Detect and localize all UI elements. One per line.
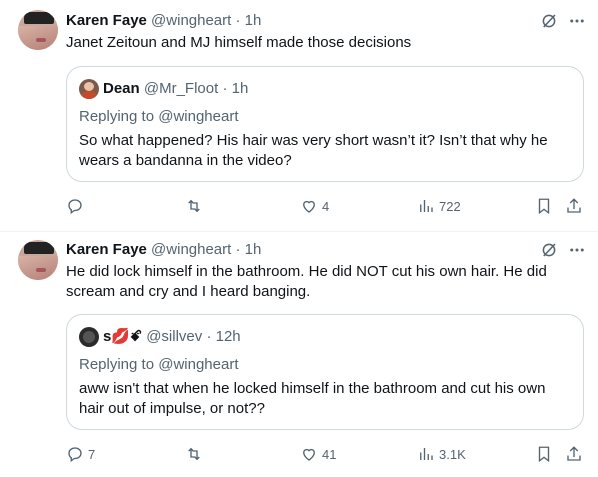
quote-author-name: s💋ꗄ <box>103 328 143 345</box>
views-count: 3.1K <box>439 446 466 462</box>
replying-prefix: Replying to <box>79 356 159 373</box>
grok-icon[interactable] <box>540 12 558 30</box>
retweet-button[interactable] <box>185 444 207 464</box>
author-name[interactable]: Karen Faye <box>66 241 147 258</box>
bookmark-icon <box>538 198 550 215</box>
quote-timestamp: 1h <box>231 80 249 97</box>
views-icon <box>420 200 433 212</box>
separator-dot: · <box>235 12 241 29</box>
reply-icon <box>68 199 82 215</box>
reply-icon <box>68 447 82 463</box>
views-button[interactable]: 722 <box>417 196 461 216</box>
timestamp[interactable]: 1h <box>245 241 262 258</box>
like-count: 4 <box>322 198 330 214</box>
bookmark-icon <box>538 446 550 463</box>
quote-header: s💋ꗄ @sillvev · 12h <box>79 327 241 347</box>
like-button[interactable]: 4 <box>300 196 329 216</box>
avatar[interactable] <box>18 240 58 280</box>
share-icon <box>567 446 581 461</box>
author-handle[interactable]: @wingheart <box>151 12 231 29</box>
replying-to-handle: @wingheart <box>158 108 239 125</box>
replying-prefix: Replying to <box>79 108 159 125</box>
replying-to-handle: @wingheart <box>158 356 239 373</box>
reply-button[interactable] <box>66 196 88 216</box>
quote-author-handle: @Mr_Floot <box>143 80 219 97</box>
grok-icon[interactable] <box>540 241 558 259</box>
bookmark-button[interactable] <box>535 444 553 464</box>
views-icon <box>420 448 433 460</box>
separator-dot: · <box>235 241 241 258</box>
reply-button[interactable]: 7 <box>66 444 95 464</box>
author-name[interactable]: Karen Faye <box>66 12 147 29</box>
retweet-button[interactable] <box>185 196 207 216</box>
tweet-header: Karen Faye @wingheart · 1h <box>66 11 261 31</box>
quote-text: So what happened? His hair was very shor… <box>79 132 548 169</box>
quote-avatar <box>79 79 99 99</box>
quote-author-name: Dean <box>103 80 140 97</box>
bookmark-button[interactable] <box>535 196 553 216</box>
tweet-1[interactable]: Karen Faye @wingheart · 1h Janet Zeitoun… <box>0 0 598 232</box>
quote-header: Dean @Mr_Floot · 1h <box>79 79 248 99</box>
views-count: 722 <box>439 198 461 214</box>
share-button[interactable] <box>565 444 583 464</box>
tweet-text: Janet Zeitoun and MJ himself made those … <box>66 34 412 51</box>
heart-icon <box>303 200 315 213</box>
heart-icon <box>303 448 315 461</box>
separator-dot: · <box>206 328 212 345</box>
tweet-header: Karen Faye @wingheart · 1h <box>66 240 261 260</box>
quote-text: aww isn't that when he locked himself in… <box>79 380 546 417</box>
action-bar: 4 722 <box>66 196 586 216</box>
quote-author-handle: @sillvev <box>146 328 203 345</box>
timestamp[interactable]: 1h <box>245 12 262 29</box>
share-button[interactable] <box>565 196 583 216</box>
quote-timestamp: 12h <box>215 328 241 345</box>
action-bar: 7 41 3.1K <box>66 444 586 464</box>
avatar[interactable] <box>18 10 58 50</box>
author-handle[interactable]: @wingheart <box>151 241 231 258</box>
quoted-tweet[interactable]: s💋ꗄ @sillvev · 12h Replying to @winghear… <box>66 314 584 430</box>
more-icon[interactable] <box>568 12 586 30</box>
quoted-tweet[interactable]: Dean @Mr_Floot · 1h Replying to @winghea… <box>66 66 584 182</box>
tweet-2[interactable]: Karen Faye @wingheart · 1h He did lock h… <box>0 232 598 477</box>
retweet-icon <box>188 447 200 461</box>
replying-to: Replying to @wingheart <box>79 107 239 127</box>
separator-dot: · <box>222 80 228 97</box>
share-icon <box>567 198 581 213</box>
views-button[interactable]: 3.1K <box>417 444 466 464</box>
like-count: 41 <box>322 446 337 462</box>
more-icon[interactable] <box>568 241 586 259</box>
like-button[interactable]: 41 <box>300 444 336 464</box>
replying-to: Replying to @wingheart <box>79 355 239 375</box>
retweet-icon <box>188 199 200 213</box>
quote-avatar <box>79 327 99 347</box>
reply-count: 7 <box>88 446 96 462</box>
tweet-text: He did lock himself in the bathroom. He … <box>66 263 547 300</box>
